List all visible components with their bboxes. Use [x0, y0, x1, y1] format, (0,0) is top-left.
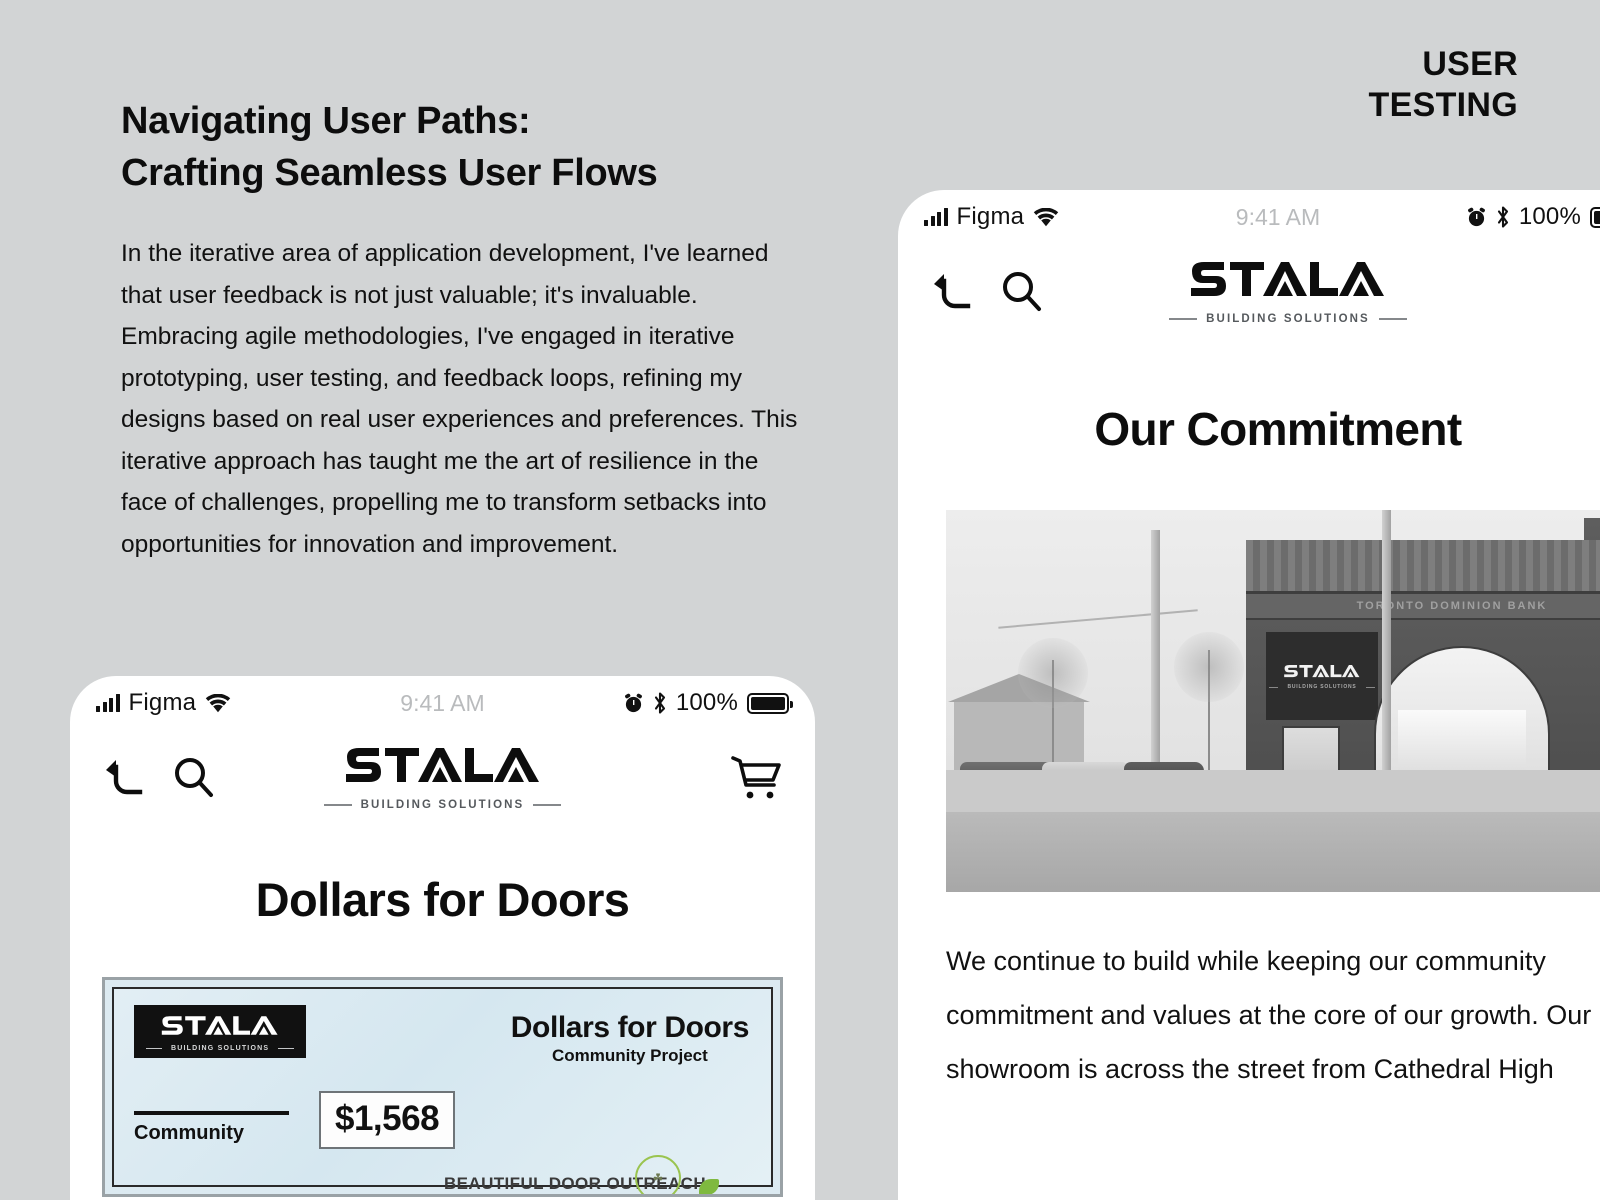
battery-full-icon [747, 692, 793, 714]
bluetooth-icon [653, 692, 667, 714]
brand-tagline: BUILDING SOLUTIONS [360, 799, 525, 811]
photo-sign-wordmark [1284, 664, 1360, 678]
cheque-brand-logo: BUILDING SOLUTIONS [134, 1005, 307, 1058]
brand-tagline-row: BUILDING SOLUTIONS [1169, 313, 1407, 325]
photo-bank-engraving: TORONTO DOMINION BANK [1246, 594, 1600, 620]
wifi-icon [205, 693, 231, 713]
signal-bars-icon [96, 694, 120, 712]
battery-percent-label: 100% [675, 689, 738, 716]
back-arrow-icon[interactable] [928, 269, 980, 315]
wifi-icon [1033, 207, 1059, 227]
cheque-payee-label: Community [134, 1122, 244, 1144]
status-bar-right: 100% [623, 689, 793, 717]
eco-seal-icon: ☘ [635, 1155, 681, 1194]
cheque-amount: $1,568 [319, 1091, 456, 1149]
photo-cornice [1246, 540, 1600, 594]
stala-wordmark [1191, 262, 1384, 296]
screen-heading: Our Commitment [1094, 403, 1462, 455]
status-bar-right: 100% [1466, 203, 1600, 231]
article-block: Navigating User Paths: Crafting Seamless… [121, 96, 821, 565]
cheque-title: Dollars for Doors [510, 1011, 750, 1044]
bluetooth-icon [1496, 206, 1510, 228]
carrier-label: Figma [956, 203, 1025, 230]
alarm-clock-icon [1466, 207, 1487, 228]
search-icon[interactable] [998, 268, 1046, 316]
tagline-dash-right [1365, 686, 1375, 688]
screen-body-text: We continue to build while keeping our c… [946, 946, 1592, 1084]
page-title-line-1: Navigating User Paths: [121, 100, 531, 142]
carrier-label: Figma [128, 689, 197, 716]
status-bar-left: Figma [96, 689, 231, 717]
shopping-cart-icon[interactable] [729, 753, 785, 803]
cheque-tagline-row: BUILDING SOLUTIONS [146, 1045, 295, 1052]
brand-tagline: BUILDING SOLUTIONS [1206, 313, 1370, 325]
photo-sign-tagline: BUILDING SOLUTIONS [1287, 684, 1357, 690]
search-icon[interactable] [170, 754, 218, 802]
page-title-line-2: Crafting Seamless User Flows [121, 151, 658, 194]
dollars-for-doors-cheque-card[interactable]: BUILDING SOLUTIONS Dollars for Doors Com… [102, 977, 783, 1197]
user-testing-label: USER TESTING [1369, 44, 1518, 127]
cheque-brand-tagline: BUILDING SOLUTIONS [171, 1045, 270, 1052]
photo-tree [1174, 632, 1244, 780]
app-nav-bar: BUILDING SOLUTIONS [70, 730, 815, 826]
tagline-dash-left [323, 804, 352, 806]
cheque-stala-wordmark [161, 1016, 278, 1035]
nav-icon-group [928, 268, 1046, 316]
photo-road [946, 812, 1600, 892]
tagline-dash-left [1169, 318, 1198, 320]
user-testing-line-1: USER [1422, 45, 1518, 83]
back-arrow-icon[interactable] [100, 755, 152, 801]
battery-percent-label: 100% [1518, 203, 1581, 230]
signal-bars-icon [924, 208, 948, 226]
battery-full-icon [1590, 206, 1600, 228]
status-bar-left: Figma [924, 203, 1059, 231]
photo-sign-tagline-row: BUILDING SOLUTIONS [1269, 684, 1375, 690]
tagline-dash-right [278, 1048, 295, 1049]
tagline-dash-left [146, 1048, 162, 1049]
stala-wordmark [345, 748, 539, 782]
photo-stala-sign: BUILDING SOLUTIONS [1266, 632, 1378, 720]
leaf-icon [699, 1179, 719, 1194]
nav-icon-group [100, 754, 218, 802]
phone-mockup-dollars-for-doors: Figma 9:41 AM 100% BUILDING SOLUTIONS Do… [70, 676, 815, 1200]
cheque-payee-block: Community [134, 1111, 304, 1145]
article-body-text: In the iterative area of application dev… [121, 240, 798, 558]
brand-logo: BUILDING SOLUTIONS [1078, 259, 1498, 325]
tagline-dash-right [1378, 318, 1407, 320]
user-testing-line-2: TESTING [1368, 86, 1518, 125]
stala-storefront-photo: TORONTO DOMINION BANK BUILDING SOLUTIONS [946, 510, 1600, 892]
app-nav-bar: BUILDING SOLUTIONS [898, 244, 1600, 340]
phone-mockup-our-commitment: Figma 9:41 AM 100% BUILDING SOLUTIONS Ou… [898, 190, 1600, 1200]
tagline-dash-right [533, 804, 562, 806]
cheque-inner-border: BUILDING SOLUTIONS Dollars for Doors Com… [112, 987, 773, 1194]
alarm-clock-icon [623, 693, 644, 714]
cheque-payee-rule [134, 1111, 289, 1115]
photo-sidewalk [946, 770, 1600, 816]
cheque-subtitle: Community Project [551, 1046, 708, 1065]
screen-heading: Dollars for Doors [255, 873, 630, 926]
cheque-title-block: Dollars for Doors Community Project [510, 1011, 750, 1066]
tagline-dash-left [1269, 686, 1279, 688]
status-bar: Figma 9:41 AM 100% [70, 676, 815, 730]
status-bar: Figma 9:41 AM 100% [898, 190, 1600, 244]
brand-tagline-row: BUILDING SOLUTIONS [323, 799, 562, 811]
page-title: Navigating User Paths: Crafting Seamless… [121, 96, 821, 199]
